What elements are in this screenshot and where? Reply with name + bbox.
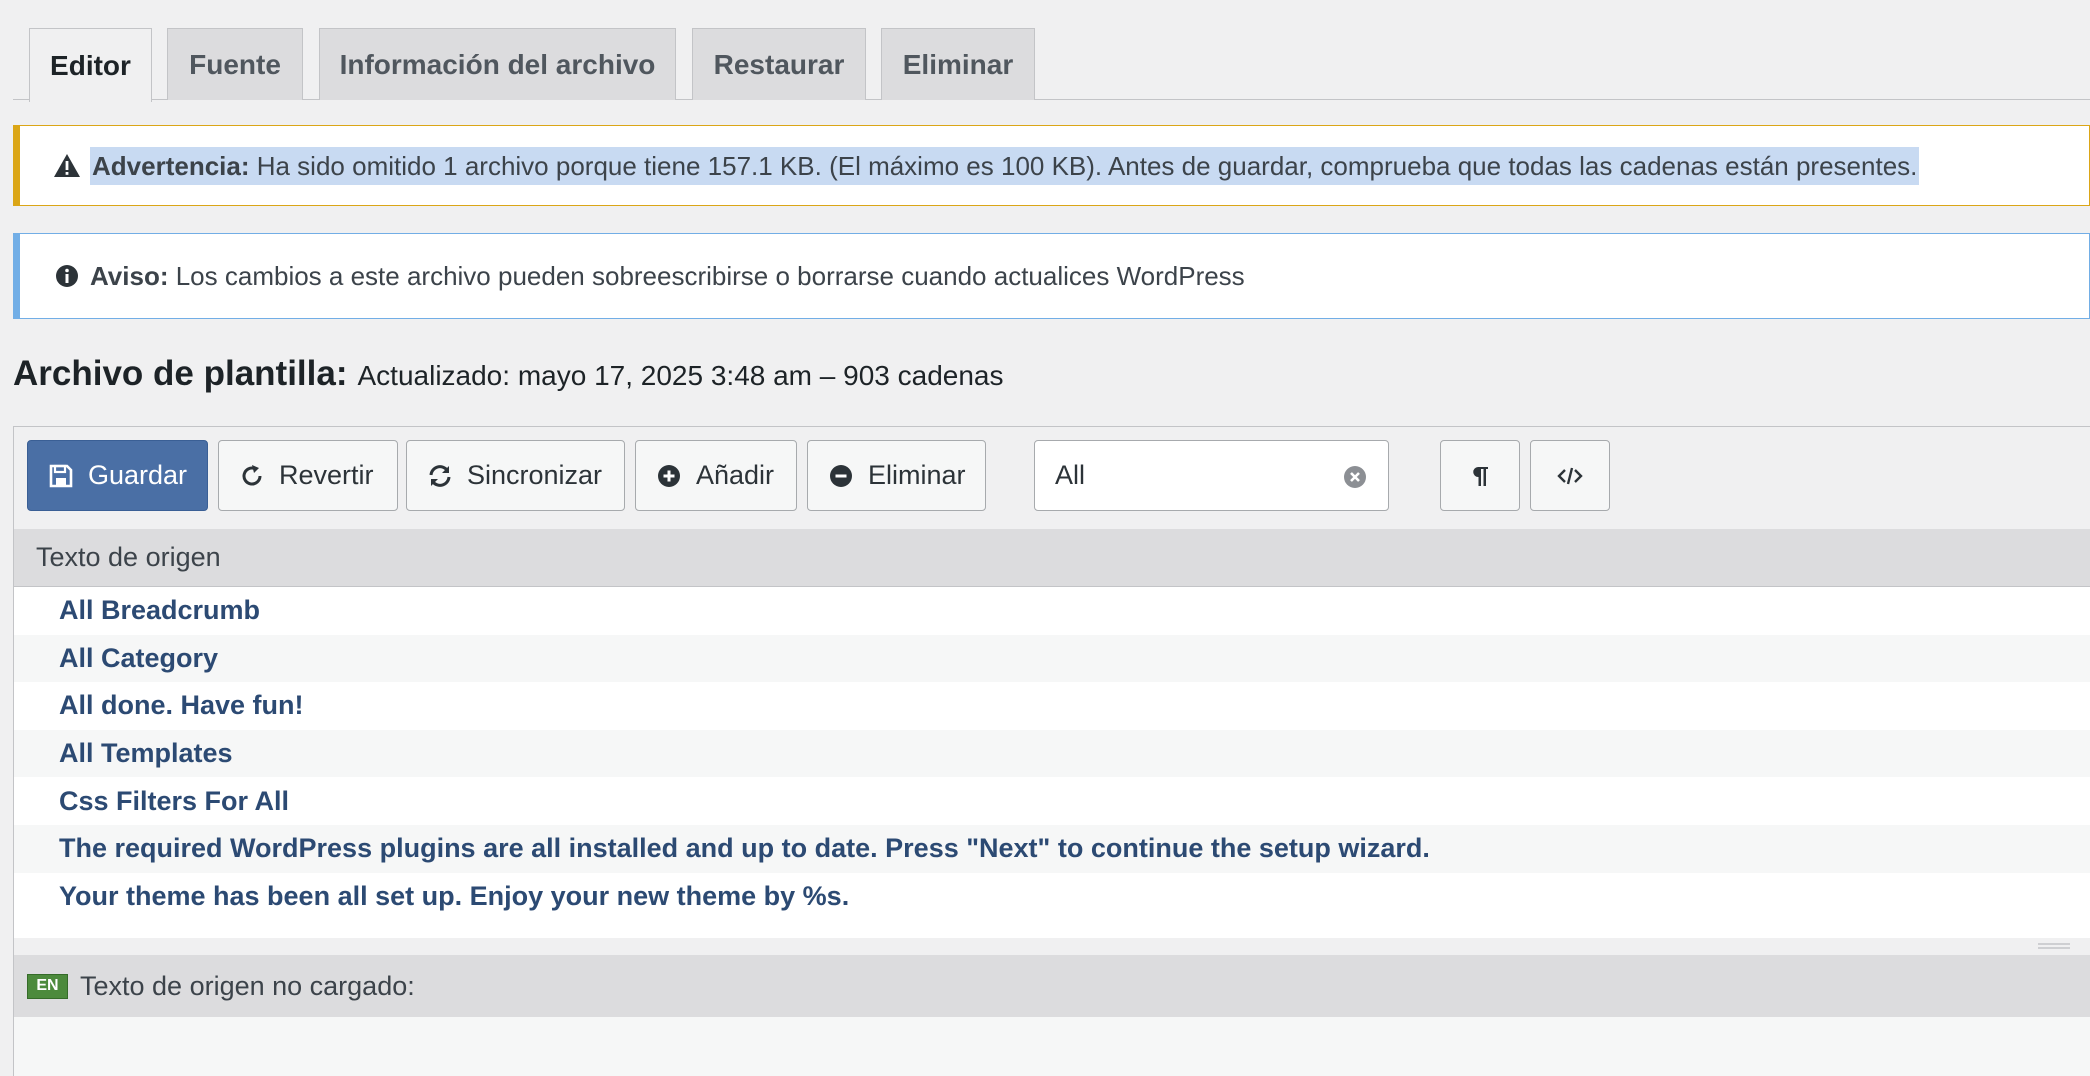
resize-handle[interactable]: [2038, 942, 2070, 950]
revert-label: Revertir: [279, 460, 374, 490]
minus-circle-icon: [830, 464, 852, 487]
save-icon: [49, 464, 73, 487]
source-header: EN Texto de origen no cargado:: [14, 955, 2090, 1017]
list-item[interactable]: Css Filters For All: [14, 777, 2090, 825]
add-label: Añadir: [696, 460, 775, 490]
list-header: Texto de origen: [14, 529, 2090, 587]
source-text-area: [14, 1017, 2090, 1076]
toolbar: Guardar Revertir Sincronizar Añadir Elim…: [14, 427, 2090, 529]
warning-text: Advertencia: Ha sido omitido 1 archivo p…: [90, 146, 1920, 185]
list-item[interactable]: All Category: [14, 634, 2090, 683]
info-label: Aviso:: [90, 261, 169, 291]
sync-icon: [429, 464, 451, 487]
language-flag: EN: [27, 973, 68, 999]
tab-bar: Editor Fuente Información del archivo Re…: [13, 0, 2090, 102]
page-title: Archivo de plantilla:: [13, 354, 348, 393]
code-icon: [1557, 467, 1583, 484]
list-item[interactable]: All Breadcrumb: [14, 587, 2090, 635]
tab-fuente[interactable]: Fuente: [167, 28, 303, 100]
revert-icon: [242, 464, 262, 485]
save-label: Guardar: [88, 460, 188, 490]
list-item[interactable]: All done. Have fun!: [14, 682, 2090, 730]
resize-bar: [14, 938, 2090, 955]
info-circle-icon: [56, 265, 78, 287]
info-message: Los cambios a este archivo pueden sobree…: [168, 261, 1245, 291]
tab-file-info[interactable]: Información del archivo: [319, 28, 676, 100]
info-notice: Aviso: Los cambios a este archivo pueden…: [13, 233, 2090, 319]
warning-notice: Advertencia: Ha sido omitido 1 archivo p…: [13, 125, 2090, 206]
tab-restaurar[interactable]: Restaurar: [692, 28, 866, 100]
invisibles-toggle-button[interactable]: [1440, 440, 1520, 511]
list-item[interactable]: All Templates: [14, 729, 2090, 778]
editor-panel: Guardar Revertir Sincronizar Añadir Elim…: [13, 426, 2090, 1076]
clear-search-icon[interactable]: [1342, 464, 1368, 490]
file-meta: Actualizado: mayo 17, 2025 3:48 am – 903…: [357, 360, 1004, 391]
warning-triangle-icon: [54, 153, 80, 177]
save-button[interactable]: Guardar: [27, 440, 208, 511]
search-box: [1034, 440, 1389, 511]
warning-label: Advertencia:: [92, 150, 250, 181]
search-input[interactable]: [1055, 460, 1335, 491]
info-text: Aviso: Los cambios a este archivo pueden…: [90, 260, 1245, 292]
pilcrow-icon: [1473, 466, 1488, 486]
delete-button[interactable]: Eliminar: [807, 440, 986, 511]
sync-button[interactable]: Sincronizar: [406, 440, 625, 511]
file-heading: Archivo de plantilla: Actualizado: mayo …: [13, 354, 1004, 394]
add-button[interactable]: Añadir: [635, 440, 797, 511]
warning-message: Ha sido omitido 1 archivo porque tiene 1…: [249, 150, 1918, 181]
code-view-toggle-button[interactable]: [1530, 440, 1610, 511]
string-list: All Breadcrumb All Category All done. Ha…: [14, 587, 2090, 921]
list-item[interactable]: The required WordPress plugins are all i…: [14, 824, 2090, 873]
tab-eliminar[interactable]: Eliminar: [881, 28, 1035, 100]
list-item[interactable]: Your theme has been all set up. Enjoy yo…: [14, 872, 2090, 921]
plus-circle-icon: [658, 464, 680, 487]
sync-label: Sincronizar: [467, 460, 603, 490]
tab-editor[interactable]: Editor: [29, 28, 152, 102]
delete-label: Eliminar: [868, 460, 966, 490]
revert-button[interactable]: Revertir: [218, 440, 398, 511]
source-label: Texto de origen no cargado:: [80, 970, 415, 1001]
